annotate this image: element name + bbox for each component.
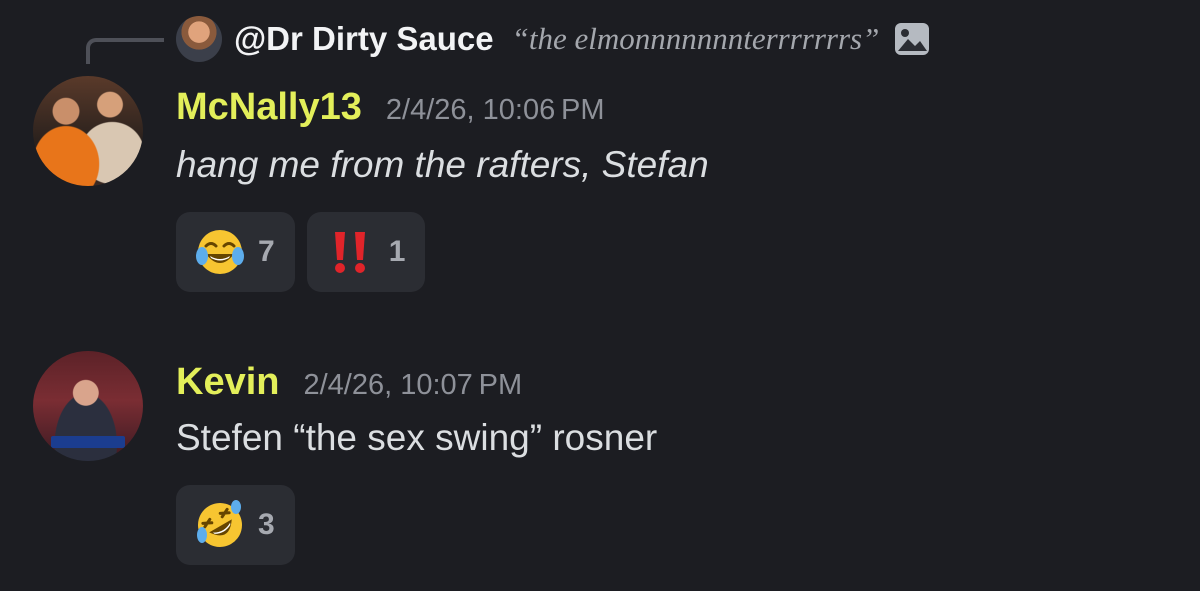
- reply-author-avatar[interactable]: [176, 16, 222, 62]
- reaction-button[interactable]: 1: [306, 212, 426, 292]
- reaction-count: 3: [258, 508, 275, 541]
- message-header: Kevin 2/4/26, 10:07 PM: [176, 361, 522, 404]
- message-header: McNally13 2/4/26, 10:06 PM: [176, 86, 605, 129]
- username[interactable]: Kevin: [176, 361, 279, 404]
- chat-view: @Dr Dirty Sauce “the elmonnnnnnnterrrrrr…: [0, 0, 1200, 591]
- reply-author-name[interactable]: @Dr Dirty Sauce: [234, 20, 494, 58]
- message-content: Stefen “the sex swing” rosner: [176, 417, 658, 458]
- timestamp: 2/4/26, 10:06 PM: [385, 94, 605, 126]
- reply-reference[interactable]: @Dr Dirty Sauce “the elmonnnnnnnterrrrrr…: [176, 16, 931, 62]
- face-with-tears-of-joy-icon: [194, 226, 246, 278]
- rolling-on-the-floor-laughing-icon: [194, 499, 246, 551]
- avatar[interactable]: [33, 76, 143, 186]
- reply-connector-line: [86, 38, 164, 64]
- double-exclamation-mark-icon: [325, 226, 377, 278]
- reaction-count: 1: [388, 235, 406, 268]
- reaction-bar: 3: [176, 485, 295, 565]
- image-icon: [893, 20, 931, 58]
- avatar-caption-bar: [51, 436, 125, 448]
- avatar[interactable]: [33, 351, 143, 461]
- message-content: hang me from the rafters, Stefan: [176, 144, 709, 185]
- reaction-button[interactable]: 7: [176, 212, 295, 292]
- reaction-count: 7: [258, 235, 275, 268]
- username[interactable]: McNally13: [176, 86, 362, 129]
- reaction-bar: 7 1: [176, 212, 426, 292]
- reaction-button[interactable]: 3: [176, 485, 295, 565]
- timestamp: 2/4/26, 10:07 PM: [303, 369, 523, 401]
- reply-preview-text[interactable]: “the elmonnnnnnnterrrrrrrs”: [512, 21, 880, 57]
